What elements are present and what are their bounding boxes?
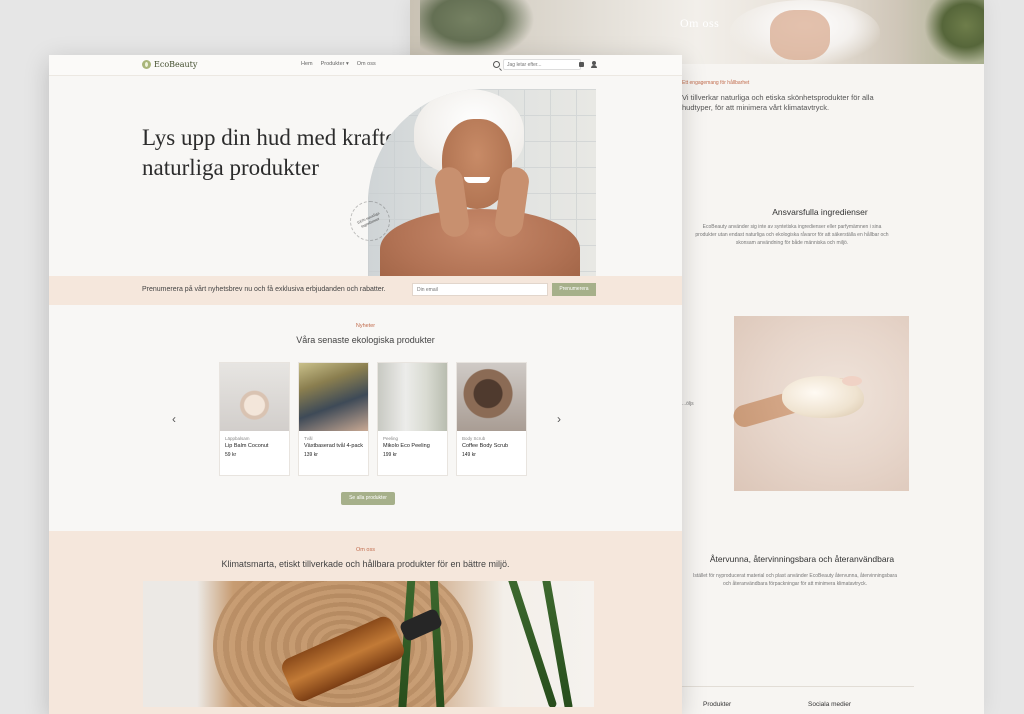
section-title-ingredients: Ansvarsfulla ingredienser xyxy=(772,207,868,217)
news-title: Våra senaste ekologiska produkter xyxy=(296,335,435,345)
product-image xyxy=(299,363,368,431)
product-name: Växtbaserad tvål 4-pack xyxy=(304,443,364,449)
bunny-ear-shape xyxy=(842,376,862,386)
product-price: 199 kr xyxy=(383,452,397,458)
section-text-recycled: Istället för nyproducerat material och p… xyxy=(692,573,897,587)
nav-link-home[interactable]: Hem xyxy=(301,61,313,67)
product-category: Peeling xyxy=(383,436,399,441)
logo[interactable]: EcoBeauty xyxy=(142,60,197,69)
product-name: Lip Balm Coconut xyxy=(225,443,269,449)
search-box xyxy=(493,59,581,70)
nav-link-about[interactable]: Om oss xyxy=(357,61,376,67)
leaf-logo-icon xyxy=(142,60,151,69)
product-price: 139 kr xyxy=(304,452,318,458)
hero-image xyxy=(368,89,596,276)
about-section: Om oss Klimatsmarta, etiskt tillverkade … xyxy=(49,531,682,714)
product-card[interactable]: Body Scrub Coffee Body Scrub 149 kr xyxy=(456,362,527,476)
product-category: Tvål xyxy=(304,436,313,441)
search-icon[interactable] xyxy=(493,61,500,68)
product-image xyxy=(378,363,447,431)
about-title: Klimatsmarta, etiskt tillverkade och hål… xyxy=(221,559,510,569)
subscribe-button[interactable]: Prenumerera xyxy=(552,283,596,296)
smile-shape xyxy=(464,177,490,183)
product-carousel: Läppbalsam Lip Balm Coconut 59 kr Tvål V… xyxy=(219,362,527,476)
product-price: 59 kr xyxy=(225,452,237,458)
shopping-bag-icon[interactable] xyxy=(579,62,584,67)
newsletter-text: Prenumerera på vårt nyhetsbrev nu och få… xyxy=(142,286,386,293)
person-image xyxy=(770,10,830,60)
bunny-image xyxy=(730,316,909,491)
home-page: EcoBeauty Hem Produkter ▾ Om oss Lys upp… xyxy=(49,55,682,714)
logo-text: EcoBeauty xyxy=(154,60,198,69)
footer-divider xyxy=(682,686,914,687)
serum-bottle-image xyxy=(143,581,594,707)
footer-heading-social: Sociala medier xyxy=(808,701,851,708)
product-image xyxy=(457,363,526,431)
product-card[interactable]: Peeling Mikolo Eco Peeling 199 kr xyxy=(377,362,448,476)
product-category: Body Scrub xyxy=(462,436,486,441)
carousel-next-button[interactable]: › xyxy=(557,412,561,426)
footer-heading-products: Produkter xyxy=(703,701,732,708)
product-card[interactable]: Tvål Växtbaserad tvål 4-pack 139 kr xyxy=(298,362,369,476)
newsletter-bar: Prenumerera på vårt nyhetsbrev nu och få… xyxy=(49,276,682,305)
see-all-products-button[interactable]: Se alla produkter xyxy=(341,492,395,505)
news-eyebrow: Nyheter xyxy=(355,323,376,329)
top-nav: EcoBeauty Hem Produkter ▾ Om oss xyxy=(49,55,682,76)
section-text-ingredients: EcoBeauty använder sig inte av syntetisk… xyxy=(695,224,889,246)
product-category: Läppbalsam xyxy=(225,436,250,441)
product-name: Coffee Body Scrub xyxy=(462,443,509,449)
about-hero-title: Om oss xyxy=(680,16,720,30)
product-name: Mikolo Eco Peeling xyxy=(383,443,430,449)
product-price: 149 kr xyxy=(462,452,476,458)
section-title-recycled: Återvunna, återvinningsbara och återanvä… xyxy=(709,554,895,564)
about-intro: Vi tillverkar naturliga och etiska skönh… xyxy=(682,93,874,112)
aside-text: ...öljs xyxy=(682,401,694,407)
email-field[interactable] xyxy=(412,283,548,296)
nav-links: Hem Produkter ▾ Om oss xyxy=(301,61,376,67)
product-image xyxy=(220,363,289,431)
about-eyebrow: Ett engagemang för hållbarhet xyxy=(682,80,750,86)
user-icon[interactable] xyxy=(591,61,597,68)
plant-image xyxy=(924,0,984,64)
nav-link-products[interactable]: Produkter ▾ xyxy=(321,61,349,67)
carousel-prev-button[interactable]: ‹ xyxy=(172,412,176,426)
about-eyebrow: Om oss xyxy=(356,547,375,553)
search-input[interactable] xyxy=(503,59,581,70)
product-card[interactable]: Läppbalsam Lip Balm Coconut 59 kr xyxy=(219,362,290,476)
